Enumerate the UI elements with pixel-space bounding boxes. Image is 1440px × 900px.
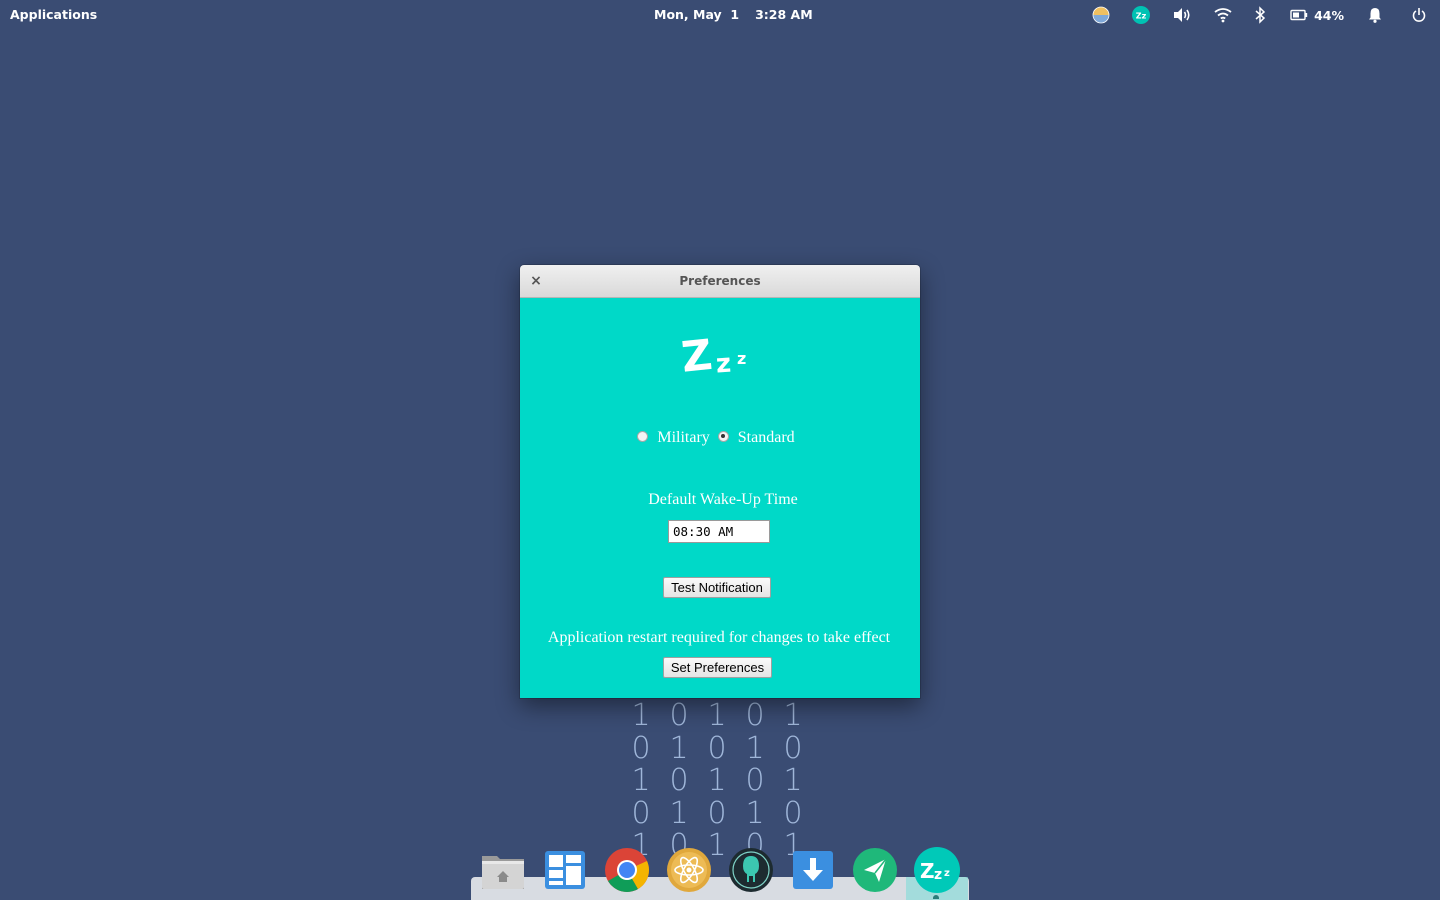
set-preferences-button[interactable]: Set Preferences xyxy=(663,657,772,678)
preferences-dialog: × Preferences Z z z Military Standard De… xyxy=(520,265,920,698)
wifi-icon[interactable] xyxy=(1214,5,1232,25)
volume-icon[interactable] xyxy=(1172,5,1192,25)
test-notification-button[interactable]: Test Notification xyxy=(663,577,771,598)
zzz-logo-mid-z: z xyxy=(715,349,732,380)
binary-row: 10101 xyxy=(622,763,812,798)
battery-icon[interactable]: 44% xyxy=(1290,5,1344,25)
dock-running-indicator xyxy=(933,895,939,899)
standard-radio[interactable] xyxy=(717,430,729,442)
binary-row: 01010 xyxy=(622,795,812,831)
binary-digit: 1 xyxy=(783,763,803,798)
binary-digit: 0 xyxy=(669,763,689,798)
svg-text:z: z xyxy=(944,868,950,879)
binary-digit: 1 xyxy=(745,730,765,766)
zzz-logo-small-z: z xyxy=(737,349,746,368)
dock-chrome-icon[interactable] xyxy=(603,846,651,894)
dock-multitasking-view-icon[interactable] xyxy=(541,846,589,894)
military-radio[interactable] xyxy=(637,430,649,442)
binary-digit: 1 xyxy=(669,795,689,831)
dialog-title: Preferences xyxy=(679,274,761,288)
bluetooth-icon[interactable] xyxy=(1254,5,1266,25)
svg-text:z: z xyxy=(934,867,942,883)
binary-digit: 0 xyxy=(707,795,727,831)
svg-text:Z: Z xyxy=(920,859,935,883)
binary-digit: 0 xyxy=(631,730,651,766)
binary-digit: 1 xyxy=(707,763,727,798)
binary-row: 01010 xyxy=(622,730,812,766)
binary-digit: 0 xyxy=(783,795,803,831)
night-light-icon[interactable] xyxy=(1092,5,1110,25)
clock-time: 3:28 AM xyxy=(755,7,813,22)
dock-downloader-icon[interactable] xyxy=(789,846,837,894)
svg-text:Zz: Zz xyxy=(1136,12,1147,21)
battery-percentage: 44% xyxy=(1314,7,1344,23)
notifications-icon[interactable] xyxy=(1368,5,1382,25)
clock[interactable]: Mon, May 1 3:28 AM xyxy=(654,7,813,22)
clock-date: Mon, May 1 xyxy=(654,7,740,22)
applications-menu[interactable]: Applications xyxy=(10,7,97,22)
wake-up-time-input[interactable]: 08:30 AM xyxy=(668,520,770,543)
dock-zzz-icon[interactable]: Z z z xyxy=(913,846,961,894)
power-icon[interactable] xyxy=(1412,5,1426,25)
binary-digit: 0 xyxy=(707,730,727,766)
standard-label[interactable]: Standard xyxy=(738,429,795,447)
dock-atom-icon[interactable] xyxy=(665,846,713,894)
zzz-logo: Z z z xyxy=(680,330,746,380)
binary-digit: 1 xyxy=(745,795,765,831)
dock-send-icon[interactable] xyxy=(851,846,899,894)
binary-digit: 0 xyxy=(631,795,651,831)
military-label[interactable]: Military xyxy=(657,429,709,447)
dialog-titlebar[interactable]: × Preferences xyxy=(520,265,920,298)
indicator-area: Zz 44% xyxy=(1070,5,1426,25)
time-format-radio-group: Military Standard xyxy=(520,429,920,447)
binary-digit: 0 xyxy=(783,730,803,766)
wake-up-time-label: Default Wake-Up Time xyxy=(648,491,798,508)
zzz-indicator-icon[interactable]: Zz xyxy=(1132,5,1151,25)
top-panel: Applications Mon, May 1 3:28 AM Zz 44% xyxy=(0,0,1440,29)
dialog-content: Z z z Military Standard Default Wake-Up … xyxy=(520,298,920,698)
binary-digit: 1 xyxy=(669,730,689,766)
binary-row: 10101 xyxy=(622,698,812,733)
dock-home-folder-icon[interactable] xyxy=(479,846,527,894)
wallpaper-binary-art: 1010101010101010101010101 xyxy=(622,698,822,863)
binary-digit: 0 xyxy=(745,698,765,733)
binary-digit: 0 xyxy=(669,698,689,733)
binary-digit: 1 xyxy=(631,698,651,733)
restart-notice: Application restart required for changes… xyxy=(547,629,891,646)
zzz-logo-big-z: Z xyxy=(680,330,714,380)
binary-digit: 1 xyxy=(783,698,803,733)
binary-digit: 1 xyxy=(707,698,727,733)
binary-digit: 0 xyxy=(745,763,765,798)
dock-gitkraken-icon[interactable] xyxy=(727,846,775,894)
binary-digit: 1 xyxy=(631,763,651,798)
